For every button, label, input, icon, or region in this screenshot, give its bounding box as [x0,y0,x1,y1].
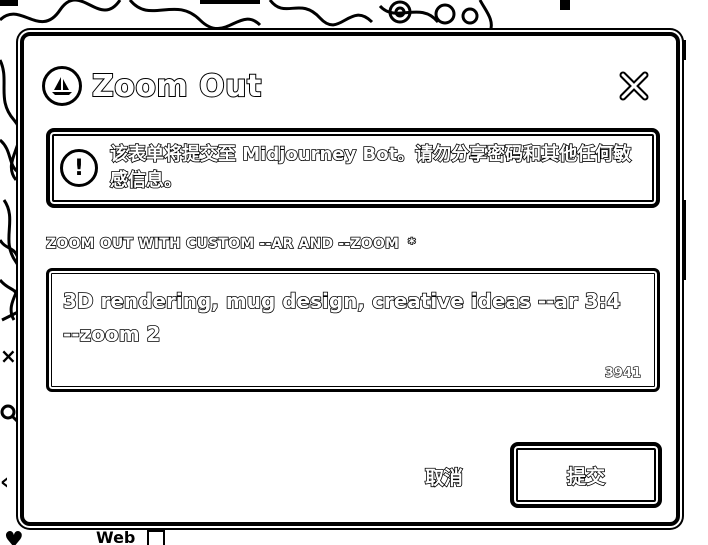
cancel-button[interactable]: 取消 [414,456,474,496]
zoom-prompt-textarea[interactable]: 3D rendering, mug design, creative ideas… [46,268,660,392]
close-button[interactable] [616,68,652,104]
exclamation-circle-icon: ! [60,149,98,187]
close-icon [619,71,649,101]
web-link-label: Web [96,528,136,545]
dialog-title: Zoom Out [91,68,262,105]
background-close-fragment: × [0,344,17,368]
required-marker: * [407,235,416,253]
zoom-field-label: ZOOM OUT WITH CUSTOM --AR AND --ZOOM * [45,235,416,253]
background-chevron-left-icon: ‹ [0,470,10,495]
submit-button[interactable]: 提交 [510,442,662,508]
external-link-icon [146,529,165,545]
background-web-link: Web [96,528,165,545]
background-heart-icon: ♥ [4,528,24,545]
warning-alert: ! 该表单将提交至 Midjourney Bot。请勿分享密码和其他任何敏感信息… [46,128,660,208]
midjourney-boat-icon [42,66,82,106]
zoom-out-dialog: Zoom Out ! 该表单将提交至 Midjourney Bot。请勿分享密码… [20,32,680,526]
warning-alert-text: 该表单将提交至 Midjourney Bot。请勿分享密码和其他任何敏感信息。 [109,143,632,192]
background-search-icon [0,404,22,426]
zoom-field-label-text: ZOOM OUT WITH CUSTOM --AR AND --ZOOM [45,235,400,253]
dialog-header: Zoom Out [42,64,262,108]
character-counter: 3941 [604,365,641,381]
zoom-prompt-value[interactable]: 3D rendering, mug design, creative ideas… [62,285,623,351]
